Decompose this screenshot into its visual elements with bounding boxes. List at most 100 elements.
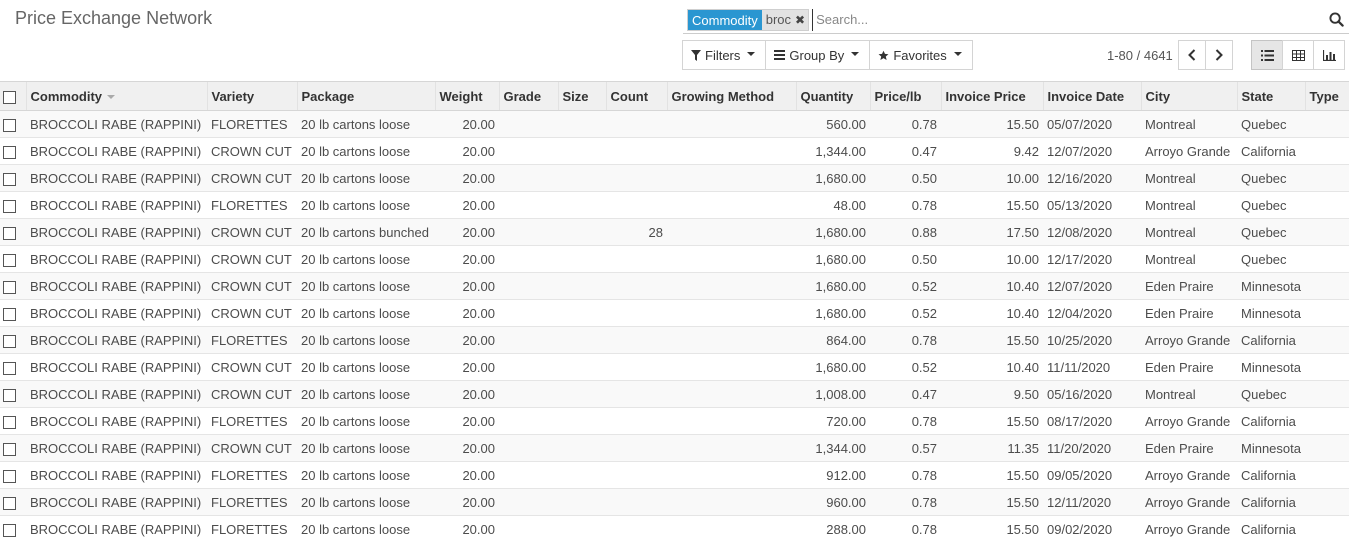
table-row[interactable]: BROCCOLI RABE (RAPPINI) FLORETTES 20 lb ca… [0,488,1349,516]
row-checkbox[interactable] [3,307,16,321]
search-icon[interactable] [1325,9,1347,31]
row-checkbox-cell[interactable] [0,353,26,381]
cell-city: Montreal [1141,245,1237,273]
cell-invoice-price: 9.50 [941,380,1043,408]
row-checkbox[interactable] [3,388,16,402]
table-row[interactable]: BROCCOLI RABE (RAPPINI) CROWN CUT 20 lb ca… [0,137,1349,165]
row-checkbox-cell[interactable] [0,407,26,435]
column-header-grade[interactable]: Grade [498,81,558,111]
row-checkbox[interactable] [3,496,16,510]
search-input[interactable] [812,8,1325,31]
column-header-quantity[interactable]: Quantity [795,81,870,111]
row-checkbox-cell[interactable] [0,137,26,165]
row-checkbox-cell[interactable] [0,488,26,516]
column-header-growing-method[interactable]: Growing Method [666,81,796,111]
select-all-checkbox[interactable] [3,90,16,104]
row-checkbox-cell[interactable] [0,299,26,327]
column-header-commodity[interactable]: Commodity [25,81,207,111]
table-row[interactable]: BROCCOLI RABE (RAPPINI) CROWN CUT 20 lb ca… [0,272,1349,300]
cell-size [558,326,606,354]
row-checkbox[interactable] [3,253,16,267]
table-row[interactable]: BROCCOLI RABE (RAPPINI) CROWN CUT 20 lb ca… [0,164,1349,192]
cell-state: Quebec [1237,218,1305,246]
search-bar: Commodity broc ✖ [683,6,1349,34]
list-view-icon[interactable] [1251,40,1283,70]
column-header-weight[interactable]: Weight [434,81,499,111]
row-checkbox[interactable] [3,415,16,429]
facet-value-box: broc ✖ [761,9,809,30]
table-row[interactable]: BROCCOLI RABE (RAPPINI) CROWN CUT 20 lb ca… [0,353,1349,381]
cell-growing-method [667,110,796,138]
column-header-package[interactable]: Package [296,81,435,111]
table-row[interactable]: BROCCOLI RABE (RAPPINI) FLORETTES 20 lb ca… [0,407,1349,435]
row-checkbox-cell[interactable] [0,245,26,273]
pager-value[interactable]: 1-80 / 4641 [1107,48,1173,63]
row-checkbox[interactable] [3,145,16,159]
cell-invoice-date: 09/05/2020 [1043,461,1141,489]
row-checkbox-cell[interactable] [0,326,26,354]
table-row[interactable]: BROCCOLI RABE (RAPPINI) CROWN CUT 20 lb ca… [0,299,1349,327]
row-checkbox[interactable] [3,226,16,240]
graph-view-icon[interactable] [1313,40,1345,70]
column-header-count[interactable]: Count [605,81,667,111]
cell-grade [499,326,558,354]
group-by-button[interactable]: Group By [765,40,871,70]
row-checkbox-cell[interactable] [0,434,26,462]
column-header-invoice-date[interactable]: Invoice Date [1042,81,1141,111]
table-row[interactable]: BROCCOLI RABE (RAPPINI) CROWN CUT 20 lb ca… [0,434,1349,462]
cell-state: Minnesota [1237,353,1305,381]
column-header-size[interactable]: Size [557,81,606,111]
row-checkbox-cell[interactable] [0,191,26,219]
row-checkbox[interactable] [3,118,16,132]
row-checkbox-cell[interactable] [0,380,26,408]
cell-grade [499,272,558,300]
select-all-checkbox-cell[interactable] [0,81,26,111]
chevron-left-icon[interactable] [1177,40,1206,70]
grid-view-icon[interactable] [1282,40,1314,70]
cell-package: 20 lb cartons loose [297,353,435,381]
column-header-price-per-lb[interactable]: Price/lb [869,81,941,111]
row-checkbox-cell[interactable] [0,110,26,138]
row-checkbox[interactable] [3,361,16,375]
favorites-button[interactable]: Favorites [869,40,973,70]
row-checkbox[interactable] [3,469,16,483]
table-row[interactable]: BROCCOLI RABE (RAPPINI) FLORETTES 20 lb ca… [0,191,1349,219]
column-header-state[interactable]: State [1236,81,1305,111]
cell-count [606,137,667,165]
table-row[interactable]: BROCCOLI RABE (RAPPINI) CROWN CUT 20 lb ca… [0,380,1349,408]
cell-commodity: BROCCOLI RABE (RAPPINI) [26,353,207,381]
cell-state: California [1237,515,1305,542]
table-row[interactable]: BROCCOLI RABE (RAPPINI) FLORETTES 20 lb ca… [0,461,1349,489]
facet-category: Commodity [688,9,762,30]
filters-button[interactable]: Filters [682,40,767,70]
row-checkbox[interactable] [3,334,16,348]
row-checkbox-cell[interactable] [0,272,26,300]
cell-growing-method [667,407,796,435]
cell-type [1305,191,1349,219]
row-checkbox[interactable] [3,280,16,294]
chevron-right-icon[interactable] [1204,40,1233,70]
row-checkbox-cell[interactable] [0,461,26,489]
row-checkbox-cell[interactable] [0,515,26,542]
table-row[interactable]: BROCCOLI RABE (RAPPINI) CROWN CUT 20 lb ca… [0,245,1349,273]
column-header-city[interactable]: City [1140,81,1237,111]
table-row[interactable]: BROCCOLI RABE (RAPPINI) FLORETTES 20 lb ca… [0,326,1349,354]
cell-growing-method [667,137,796,165]
column-header-invoice-price[interactable]: Invoice Price [940,81,1043,111]
table-row[interactable]: BROCCOLI RABE (RAPPINI) CROWN CUT 20 lb ca… [0,218,1349,246]
cell-count: 28 [606,218,667,246]
row-checkbox-cell[interactable] [0,164,26,192]
table-row[interactable]: BROCCOLI RABE (RAPPINI) FLORETTES 20 lb ca… [0,515,1349,542]
row-checkbox[interactable] [3,523,16,537]
column-header-variety[interactable]: Variety [206,81,297,111]
cell-package: 20 lb cartons loose [297,461,435,489]
row-checkbox[interactable] [3,442,16,456]
row-checkbox[interactable] [3,199,16,213]
table-row[interactable]: BROCCOLI RABE (RAPPINI) FLORETTES 20 lb ca… [0,110,1349,138]
row-checkbox-cell[interactable] [0,218,26,246]
row-checkbox[interactable] [3,172,16,186]
cell-quantity: 1,008.00 [796,380,870,408]
cell-growing-method [667,191,796,219]
column-header-type[interactable]: Type [1304,81,1349,111]
close-icon[interactable]: ✖ [795,10,805,30]
